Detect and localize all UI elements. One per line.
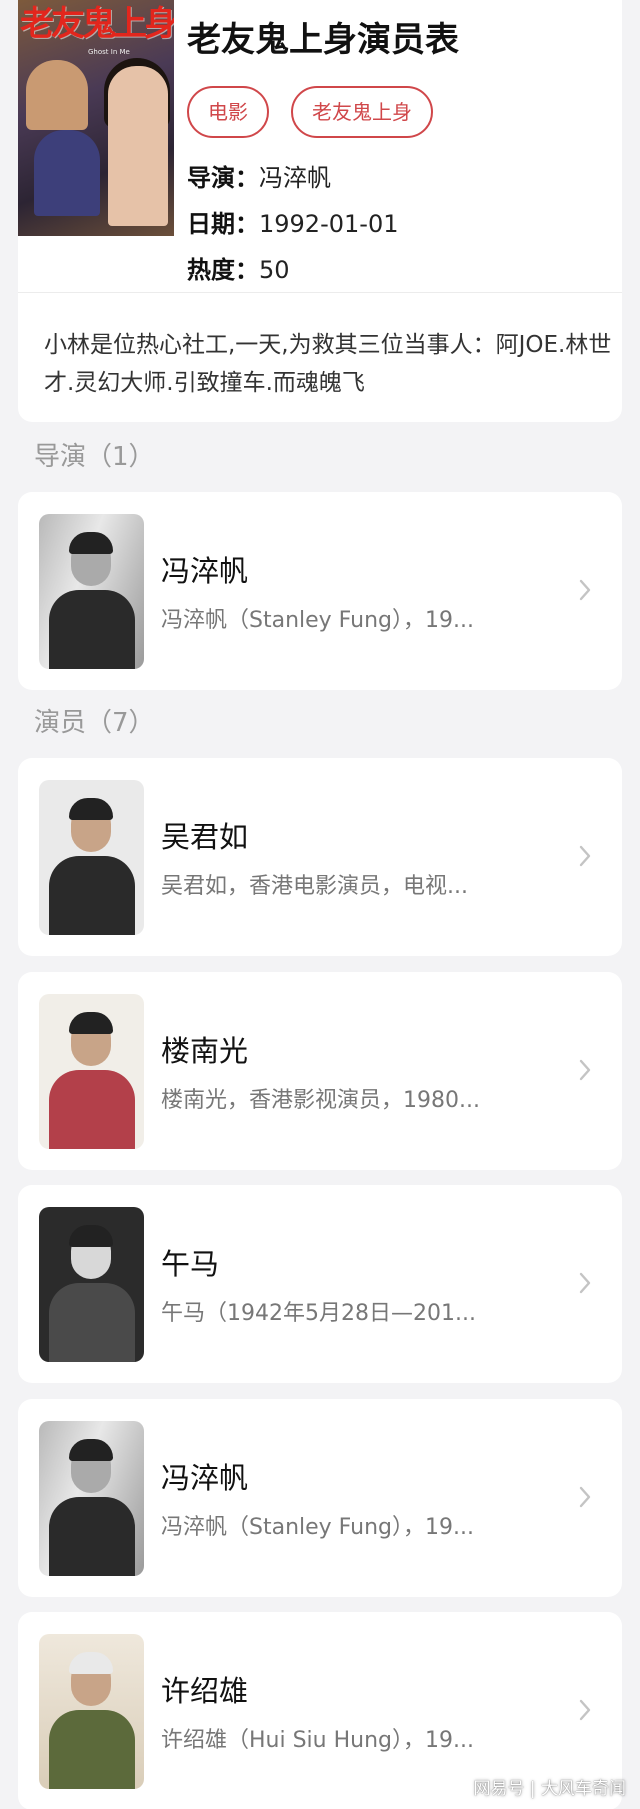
chevron-right-icon: [579, 1059, 591, 1081]
photo-figure: [49, 1497, 135, 1576]
person-photo: [39, 994, 144, 1149]
person-name: 许绍雄: [161, 1674, 249, 1708]
tag-genre[interactable]: 电影: [187, 86, 269, 138]
chevron-right-icon: [579, 579, 591, 601]
person-description: 楼南光，香港影视演员，1980...: [161, 1088, 480, 1113]
person-description: 吴君如，香港电影演员，电视...: [161, 874, 468, 899]
director-card[interactable]: 冯淬帆 冯淬帆（Stanley Fung），19...: [18, 492, 622, 690]
person-name: 冯淬帆: [161, 1461, 249, 1495]
page-title: 老友鬼上身演员表: [187, 20, 459, 60]
photo-figure: [49, 1070, 135, 1149]
tag-movie[interactable]: 老友鬼上身: [291, 86, 433, 138]
section-title-actors: 演员（7）: [34, 708, 155, 738]
person-photo: [39, 514, 144, 669]
photo-figure: [69, 1439, 113, 1461]
person-photo: [39, 1634, 144, 1789]
photo-figure: [69, 532, 113, 554]
chevron-right-icon: [579, 1486, 591, 1508]
photo-figure: [49, 1283, 135, 1362]
actor-card[interactable]: 冯淬帆 冯淬帆（Stanley Fung），19...: [18, 1399, 622, 1597]
poster-figure: [108, 66, 168, 226]
actor-card[interactable]: 午马 午马（1942年5月28日—201...: [18, 1185, 622, 1383]
person-description: 许绍雄（Hui Siu Hung），19...: [161, 1728, 474, 1753]
date-row: 日期：1992-01-01: [187, 204, 398, 239]
synopsis-text[interactable]: 小林是位热心社工,一天,为救其三位当事人：阿JOE.林世才.灵幻大师.引致撞车.…: [44, 326, 616, 402]
photo-figure: [69, 1652, 113, 1674]
heat-row: 热度：50: [187, 250, 290, 285]
director-label: 导演：: [187, 164, 259, 192]
photo-figure: [49, 1710, 135, 1789]
date-value: 1992-01-01: [259, 210, 399, 238]
divider: [18, 292, 622, 293]
poster-title-text: 老友鬼上身: [20, 4, 174, 44]
director-value: 冯淬帆: [259, 164, 331, 192]
chevron-right-icon: [579, 1272, 591, 1294]
person-photo: [39, 780, 144, 935]
movie-poster[interactable]: 老友鬼上身 Ghost In Me: [18, 0, 174, 236]
person-name: 午马: [161, 1247, 220, 1281]
person-photo: [39, 1207, 144, 1362]
poster-figure: [34, 130, 100, 216]
watermark: 网易号 | 大风车奇闻: [473, 1779, 626, 1799]
actor-card[interactable]: 吴君如 吴君如，香港电影演员，电视...: [18, 758, 622, 956]
person-description: 冯淬帆（Stanley Fung），19...: [161, 608, 474, 633]
person-name: 冯淬帆: [161, 554, 249, 588]
section-title-directors: 导演（1）: [34, 442, 155, 472]
actor-card[interactable]: 楼南光 楼南光，香港影视演员，1980...: [18, 972, 622, 1170]
photo-figure: [69, 1012, 113, 1034]
poster-subtitle-text: Ghost In Me: [88, 48, 130, 56]
heat-label: 热度：: [187, 256, 259, 284]
person-name: 吴君如: [161, 820, 249, 854]
person-name: 楼南光: [161, 1034, 249, 1068]
date-label: 日期：: [187, 210, 259, 238]
person-description: 午马（1942年5月28日—201...: [161, 1301, 476, 1326]
director-row: 导演：冯淬帆: [187, 158, 331, 193]
photo-figure: [69, 1225, 113, 1247]
chevron-right-icon: [579, 1699, 591, 1721]
movie-info-card: 老友鬼上身 Ghost In Me 老友鬼上身演员表 电影 老友鬼上身 导演：冯…: [18, 0, 622, 422]
heat-value: 50: [259, 256, 290, 284]
photo-figure: [49, 856, 135, 935]
poster-figure: [26, 60, 88, 130]
person-description: 冯淬帆（Stanley Fung），19...: [161, 1515, 474, 1540]
photo-figure: [49, 590, 135, 669]
photo-figure: [69, 798, 113, 820]
person-photo: [39, 1421, 144, 1576]
chevron-right-icon: [579, 845, 591, 867]
